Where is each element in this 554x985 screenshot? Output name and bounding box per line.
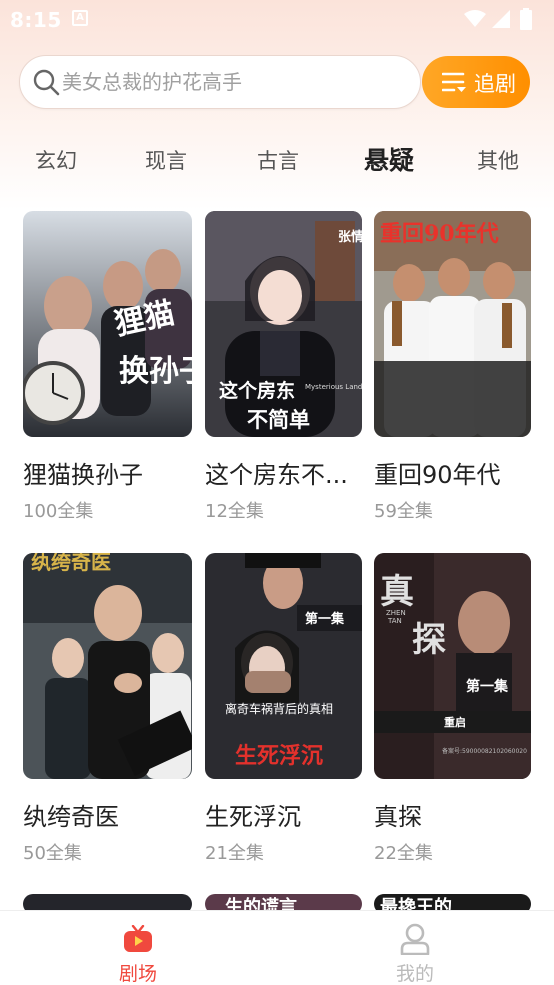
follow-drama-label: 追剧	[474, 73, 516, 96]
category-tabs: 玄幻 现言 古言 悬疑 其他	[0, 138, 554, 188]
tab-xuanyi[interactable]: 悬疑	[356, 138, 422, 184]
poster-episode-text: 第一集	[305, 611, 345, 627]
poster-title-text: 这个房东	[219, 379, 295, 402]
poster-text: 张情	[338, 229, 362, 245]
poster-title-text: 真	[380, 572, 414, 612]
episode-count: 59全集	[374, 501, 433, 522]
search-icon	[33, 69, 60, 96]
drama-poster[interactable]: 纨绔奇医	[23, 553, 192, 779]
status-time: 8:15	[10, 8, 62, 32]
drama-poster[interactable]: 张情 这个房东 Mysterious Landlord 不简单	[205, 211, 362, 437]
episode-count: 50全集	[23, 843, 82, 864]
nav-mine-label: 我的	[395, 963, 434, 985]
poster-title-text: 探	[412, 620, 446, 660]
drama-poster[interactable]: 狸猫 换孙子	[23, 211, 192, 437]
nav-theater-label: 剧场	[118, 963, 157, 985]
poster-title-text: 换孙子	[119, 354, 192, 389]
poster-subtitle-text: Mysterious Landlord	[305, 383, 362, 391]
episode-count: 22全集	[374, 843, 433, 864]
poster-title-text: 重回90年代	[380, 221, 499, 247]
battery-icon	[520, 8, 532, 30]
search-box[interactable]	[19, 55, 421, 109]
wifi-icon	[464, 10, 486, 27]
search-input[interactable]	[62, 63, 412, 101]
drama-title: 这个房东不...	[205, 461, 348, 489]
search-row: 追剧	[0, 55, 554, 111]
signal-icon	[492, 10, 510, 28]
user-icon	[400, 923, 430, 955]
drama-title: 纨绔奇医	[23, 803, 119, 831]
tab-xianyan[interactable]: 现言	[138, 138, 194, 184]
bottom-nav: 剧场 我的	[0, 910, 554, 985]
nav-theater[interactable]: 剧场	[78, 911, 198, 985]
notification-a-icon: A	[72, 10, 88, 26]
drama-poster[interactable]: 重回90年代	[374, 211, 531, 437]
episode-count: 21全集	[205, 843, 264, 864]
drama-title: 生死浮沉	[205, 803, 301, 831]
drama-title: 真探	[374, 803, 422, 831]
list-icon	[442, 72, 466, 92]
tab-xuanhuan[interactable]: 玄幻	[28, 138, 84, 184]
status-icons	[464, 8, 544, 30]
tab-guyan[interactable]: 古言	[250, 138, 306, 184]
status-bar: 8:15 A	[0, 0, 554, 38]
poster-title-text: 生死浮沉	[235, 743, 323, 769]
drama-title: 狸猫换孙子	[23, 461, 143, 489]
drama-poster[interactable]: 第一集 离奇车祸背后的真相 生死浮沉	[205, 553, 362, 779]
follow-drama-button[interactable]: 追剧	[422, 56, 530, 108]
poster-tagline-text: 离奇车祸背后的真相	[225, 701, 333, 716]
tv-icon	[124, 925, 152, 952]
poster-text: TAN	[387, 617, 402, 625]
poster-title-text: 纨绔奇医	[31, 553, 111, 574]
tab-other[interactable]: 其他	[470, 138, 526, 184]
nav-mine[interactable]: 我的	[355, 911, 475, 985]
poster-text: 备案号:59000082102060020	[442, 747, 527, 755]
poster-text: 重启	[444, 715, 466, 729]
poster-title-text: 不简单	[247, 408, 310, 432]
episode-count: 12全集	[205, 501, 264, 522]
drama-poster[interactable]: 真 探 ZHEN TAN 第一集 重启 备案号:5900008210206002…	[374, 553, 531, 779]
poster-text: ZHEN	[386, 609, 406, 617]
drama-title: 重回90年代	[374, 461, 501, 489]
episode-count: 100全集	[23, 501, 94, 522]
poster-episode-text: 第一集	[466, 678, 509, 695]
